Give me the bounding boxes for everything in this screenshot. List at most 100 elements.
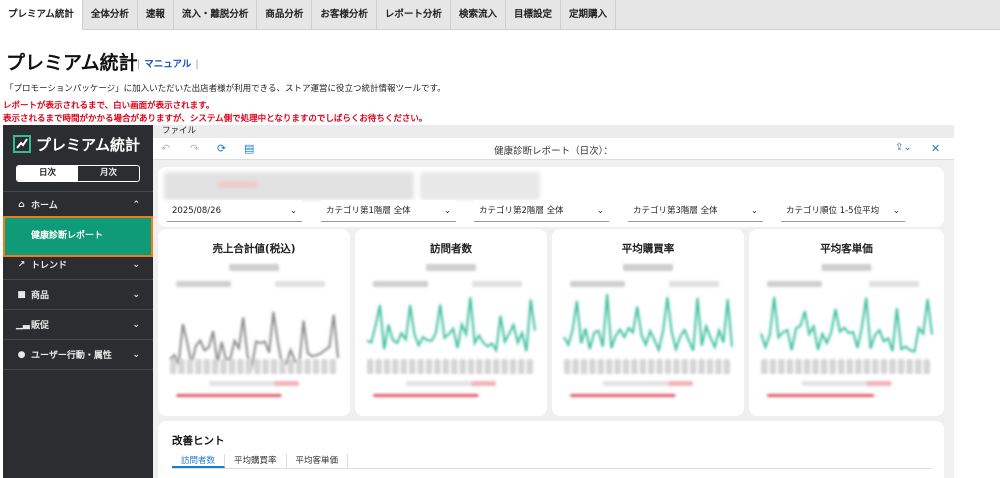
blurred-block xyxy=(681,359,688,374)
date-select[interactable]: 2025/08/26 ⌄ xyxy=(167,200,302,222)
blurred-block xyxy=(767,394,875,397)
period-toggle: 日次 月次 xyxy=(16,165,140,182)
sidebar-item-product-label: 商品 xyxy=(31,291,50,301)
blurred-block xyxy=(668,381,693,386)
blurred-block xyxy=(203,359,210,374)
blurred-block xyxy=(572,359,579,374)
blurred-block xyxy=(715,359,722,374)
hint-tab-visitors[interactable]: 訪問者数 xyxy=(172,454,226,468)
blurred-block xyxy=(698,359,705,374)
sidebar-item-promotion-label: 販促 xyxy=(31,321,50,331)
tab-premium-stats[interactable]: プレミアム統計 xyxy=(0,0,83,30)
hint-tab-conversion[interactable]: 平均購買率 xyxy=(225,454,287,468)
kpi-card-sales: 売上合計値(税込) xyxy=(158,229,350,416)
report-toolbar: ↶ ↷ ⟳ ▤ 健康診断レポート（日次）： ⇪⌄ ✕ xyxy=(153,138,954,160)
blurred-block xyxy=(639,359,646,374)
blurred-block xyxy=(866,381,892,386)
toggle-daily[interactable]: 日次 xyxy=(17,166,78,181)
kpi-card-visitors: 訪問者数 xyxy=(355,229,547,416)
blurred-block xyxy=(471,381,496,386)
kpi-card-conversion: 平均購買率 xyxy=(552,229,744,416)
blurred-block xyxy=(631,359,638,374)
category-level3-value: カテゴリ第3階層 全体 xyxy=(633,206,718,216)
blurred-block xyxy=(367,359,374,374)
blurred-block xyxy=(472,281,522,287)
blurred-block xyxy=(426,264,476,271)
blurred-block xyxy=(614,359,621,374)
chevron-up-icon: ⌃ xyxy=(132,199,140,210)
date-select-value: 2025/08/26 xyxy=(172,206,221,216)
category-level2-select[interactable]: カテゴリ第2階層 全体 ⌄ xyxy=(474,200,609,222)
blurred-block xyxy=(170,359,177,374)
tab-goal-setting[interactable]: 目標設定 xyxy=(506,0,561,30)
category-level1-select[interactable]: カテゴリ第1階層 全体 ⌄ xyxy=(321,200,456,222)
blurred-block xyxy=(761,359,768,374)
sidebar-divider xyxy=(3,191,153,192)
blurred-block xyxy=(564,359,571,374)
tab-flash-report[interactable]: 速報 xyxy=(138,0,174,30)
blurred-block xyxy=(237,359,244,374)
sidebar-item-home-label: ホーム xyxy=(31,201,58,211)
category-level2-value: カテゴリ第2階層 全体 xyxy=(479,206,564,216)
share-icon[interactable]: ⇪⌄ xyxy=(895,142,912,153)
home-icon: ⌂ xyxy=(18,199,25,210)
tab-customer-analysis[interactable]: お客様分析 xyxy=(312,0,377,30)
sidebar-item-user-attr[interactable]: ● ユーザー行動・属性 ⌄ xyxy=(16,348,140,362)
blurred-block xyxy=(245,359,252,374)
toggle-monthly[interactable]: 月次 xyxy=(78,166,139,181)
blurred-block xyxy=(872,359,879,374)
blurred-block xyxy=(212,359,219,374)
report-app: プレミアム統計 日次 月次 ⌂ ホーム ⌃ 健康診断レポート ↗ トレンド ⌄ … xyxy=(3,125,954,478)
blurred-block xyxy=(673,359,680,374)
close-icon[interactable]: ✕ xyxy=(931,142,940,155)
blurred-block xyxy=(570,394,676,397)
redacted-store-info xyxy=(420,172,540,200)
blurred-block xyxy=(409,359,416,374)
blurred-block xyxy=(176,281,231,287)
chevron-down-icon: ⌄ xyxy=(132,259,140,270)
blurred-block xyxy=(778,359,785,374)
blurred-block xyxy=(383,359,391,374)
blurred-block xyxy=(262,359,269,374)
category-rank-select[interactable]: カテゴリ順位 1-5位平均 ⌄ xyxy=(781,200,905,222)
blurred-block xyxy=(570,281,625,287)
hint-tab-avg-order[interactable]: 平均客単価 xyxy=(287,454,349,468)
bar-chart-icon: ▁▃ xyxy=(16,319,30,330)
blurred-block xyxy=(821,264,872,271)
category-rank-value: カテゴリ順位 1-5位平均 xyxy=(786,206,880,216)
sidebar-item-promotion[interactable]: ▁▃ 販促 ⌄ xyxy=(16,318,140,332)
category-level3-select[interactable]: カテゴリ第3階層 全体 ⌄ xyxy=(628,200,763,222)
tab-inflow-exit[interactable]: 流入・離脱分析 xyxy=(174,0,258,30)
sidebar-item-home[interactable]: ⌂ ホーム ⌃ xyxy=(16,198,140,212)
file-menu[interactable]: ファイル xyxy=(153,125,954,138)
tab-overall-analysis[interactable]: 全体分析 xyxy=(83,0,138,30)
manual-link[interactable]: マニュアル xyxy=(144,59,191,70)
sparkline xyxy=(169,311,339,370)
blurred-block xyxy=(906,359,913,374)
blurred-block xyxy=(373,281,428,287)
blurred-block xyxy=(186,359,194,374)
blurred-block xyxy=(425,359,433,374)
sidebar-item-trend[interactable]: ↗ トレンド ⌄ xyxy=(16,258,140,272)
tab-report-analysis[interactable]: レポート分析 xyxy=(377,0,451,30)
report-main: ファイル ↶ ↷ ⟳ ▤ 健康診断レポート（日次）： ⇪⌄ ✕ 2025/08/… xyxy=(153,125,954,478)
chevron-down-icon: ⌄ xyxy=(892,206,900,216)
blurred-block xyxy=(220,359,227,374)
tab-search-inflow[interactable]: 検索流入 xyxy=(451,0,506,30)
blurred-block xyxy=(304,359,311,374)
tab-product-analysis[interactable]: 商品分析 xyxy=(257,0,313,30)
blurred-block xyxy=(526,359,533,374)
sidebar-item-product[interactable]: ■ 商品 ⌄ xyxy=(16,288,140,302)
redacted-note xyxy=(218,182,258,187)
blurred-block xyxy=(375,359,382,374)
sidebar-item-health-report[interactable]: 健康診断レポート xyxy=(3,216,153,257)
hint-title: 改善ヒント xyxy=(172,435,225,447)
blurred-block xyxy=(622,359,630,374)
blurred-block xyxy=(254,359,261,374)
blurred-block xyxy=(178,359,185,374)
blurred-block xyxy=(648,359,655,374)
blurred-block xyxy=(467,359,475,374)
blurred-block xyxy=(434,359,441,374)
tab-subscription[interactable]: 定期購入 xyxy=(561,0,616,30)
blurred-block xyxy=(923,359,930,374)
